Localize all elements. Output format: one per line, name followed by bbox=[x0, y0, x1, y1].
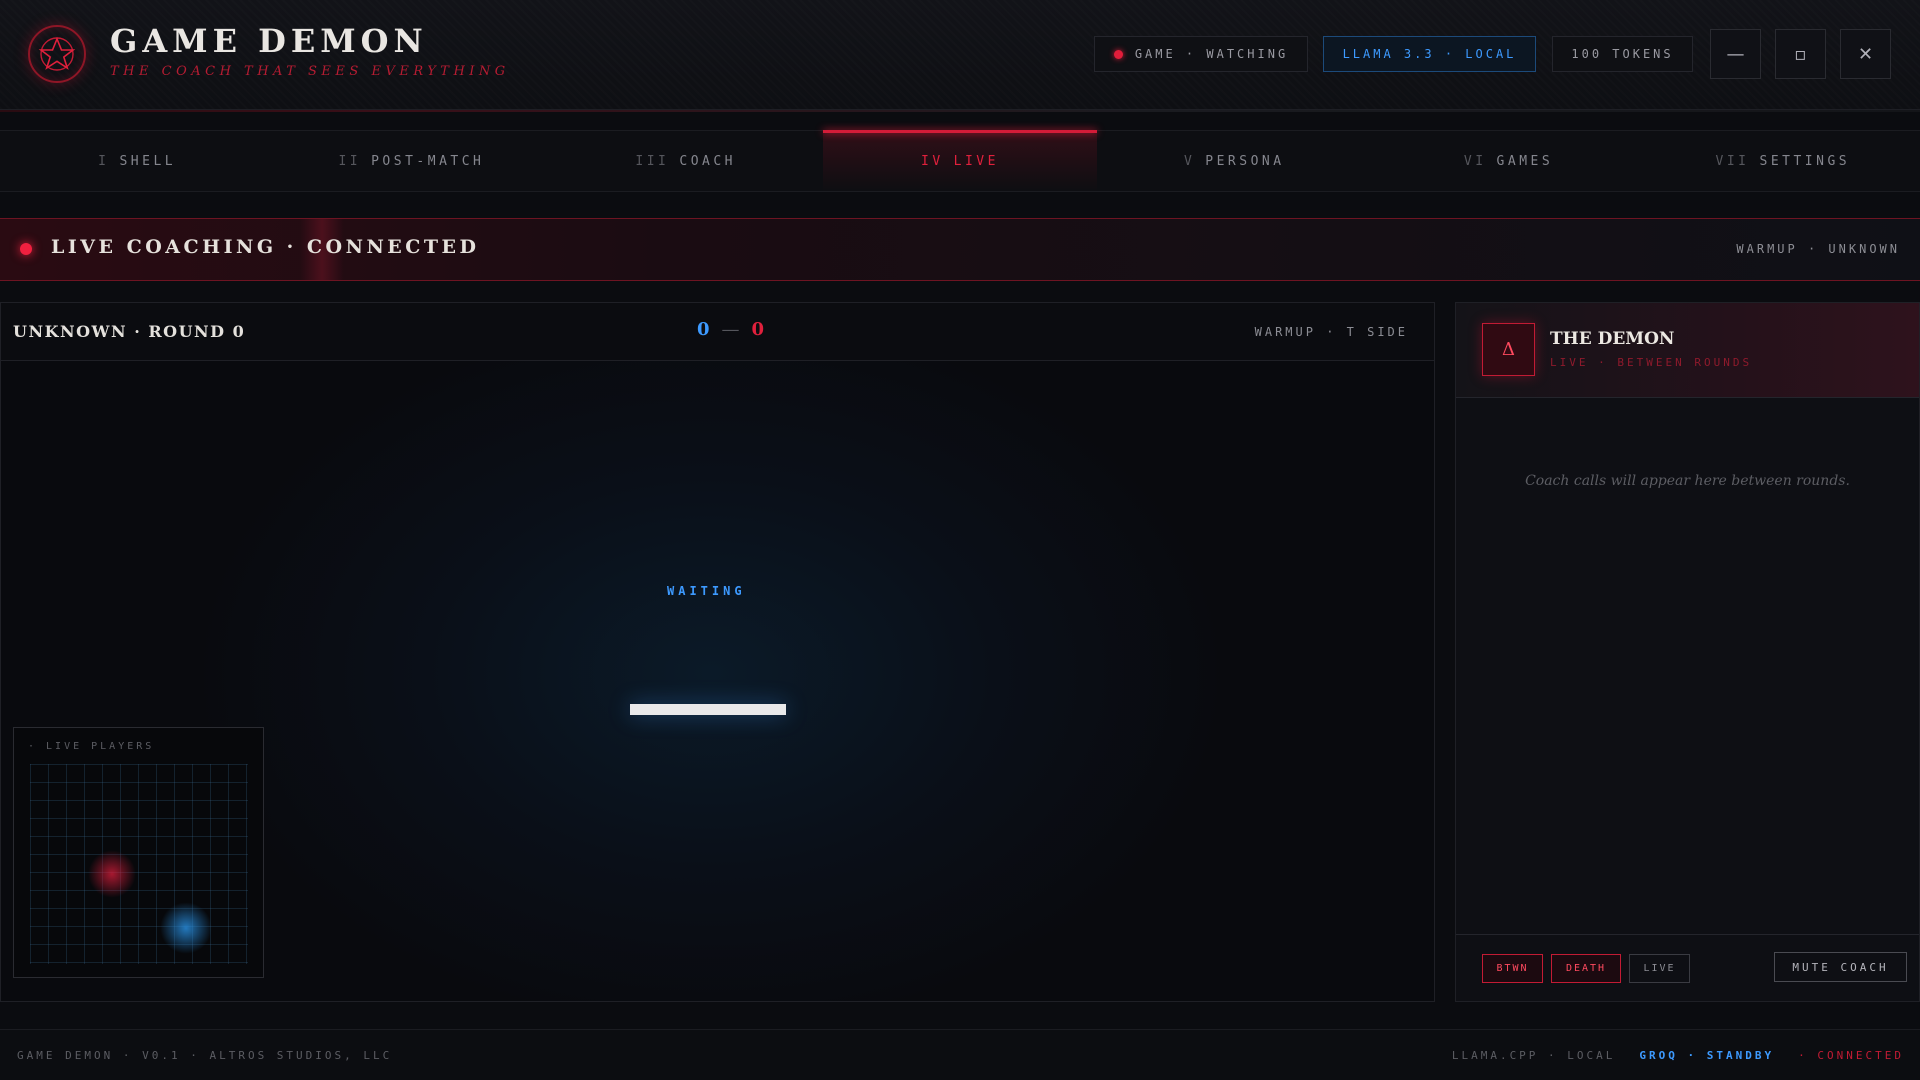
minimize-icon: — bbox=[1726, 43, 1745, 65]
header-divider bbox=[0, 110, 1920, 112]
close-icon: ✕ bbox=[1857, 43, 1874, 65]
match-phase: WARMUP · UNKNOWN bbox=[1736, 242, 1900, 256]
player-blip-t bbox=[88, 850, 136, 898]
model-pill[interactable]: LLAMA 3.3 · LOCAL bbox=[1323, 36, 1536, 72]
coach-name: THE DEMON bbox=[1550, 329, 1675, 349]
close-button[interactable]: ✕ bbox=[1840, 29, 1891, 79]
app-title: GAME DEMON bbox=[110, 22, 428, 60]
tab-label: SETTINGS bbox=[1759, 153, 1851, 169]
score-t: 0 bbox=[751, 319, 765, 340]
waiting-progress-bar bbox=[630, 704, 786, 715]
live-status-text: LIVE COACHING · CONNECTED bbox=[51, 236, 480, 258]
delta-icon: Δ bbox=[1502, 339, 1515, 360]
demon-avatar: Δ bbox=[1482, 323, 1535, 376]
maximize-icon: ▫ bbox=[1794, 43, 1807, 65]
footer-engine: LLAMA.CPP · LOCAL bbox=[1451, 1049, 1616, 1062]
tab-number: III bbox=[635, 153, 670, 169]
live-view-panel: UNKNOWN · ROUND 0 0 — 0 WARMUP · T SIDE WA… bbox=[0, 302, 1435, 1002]
minimap-grid bbox=[30, 764, 248, 964]
chip-btwn[interactable]: BTWN bbox=[1482, 954, 1543, 983]
app-header: GAME DEMON THE COACH THAT SEES EVERYTHIN… bbox=[0, 0, 1920, 110]
coach-panel: Δ THE DEMON LIVE · BETWEEN ROUNDS Coach … bbox=[1455, 302, 1920, 1002]
tab-settings[interactable]: VII SETTINGS bbox=[1646, 131, 1920, 191]
tab-number: IV bbox=[921, 153, 944, 169]
footer-version: GAME DEMON · V0.1 · ALTROS STUDIOS, LLC bbox=[17, 1049, 393, 1062]
minimap-label: · LIVE PLAYERS bbox=[28, 741, 155, 752]
tab-label: GAMES bbox=[1496, 153, 1554, 169]
tab-shell[interactable]: I SHELL bbox=[0, 131, 274, 191]
tab-number: VI bbox=[1463, 153, 1487, 169]
tab-number: V bbox=[1183, 153, 1196, 169]
live-players-minimap[interactable]: · LIVE PLAYERS bbox=[13, 727, 264, 978]
tab-label: LIVE bbox=[953, 153, 999, 169]
round-bar: UNKNOWN · ROUND 0 0 — 0 WARMUP · T SIDE bbox=[1, 303, 1434, 361]
tab-number: VII bbox=[1715, 153, 1750, 169]
tab-coach[interactable]: III COACH bbox=[549, 131, 823, 191]
maximize-button[interactable]: ▫ bbox=[1775, 29, 1826, 79]
chip-live[interactable]: LIVE bbox=[1629, 954, 1690, 983]
score-ct: 0 bbox=[697, 319, 710, 340]
game-status-pill[interactable]: GAME · WATCHING bbox=[1094, 36, 1308, 72]
tab-games[interactable]: VI GAMES bbox=[1371, 131, 1645, 191]
tab-live[interactable]: IV LIVE bbox=[822, 130, 1098, 191]
status-dot-icon bbox=[1113, 49, 1123, 59]
tab-persona[interactable]: V PERSONA bbox=[1097, 131, 1371, 191]
scoreboard: 0 — 0 bbox=[697, 319, 764, 340]
footer-connection: · CONNECTED bbox=[1798, 1049, 1904, 1062]
round-title: UNKNOWN · ROUND 0 bbox=[13, 322, 246, 341]
coach-subtitle: LIVE · BETWEEN ROUNDS bbox=[1550, 356, 1753, 369]
tab-label: POST-MATCH bbox=[371, 153, 485, 169]
side-phase: WARMUP · T SIDE bbox=[1254, 325, 1408, 339]
mute-coach-button[interactable]: MUTE COACH bbox=[1774, 952, 1907, 982]
score-separator: — bbox=[721, 319, 740, 340]
tab-number: I bbox=[98, 153, 110, 169]
main-tabs: I SHELL II POST-MATCH III COACH IV LIVE V PER… bbox=[0, 130, 1920, 192]
app-subtitle: THE COACH THAT SEES EVERYTHING bbox=[110, 64, 510, 79]
footer-groq: GROQ · STANDBY bbox=[1639, 1049, 1775, 1062]
tab-post-match[interactable]: II POST-MATCH bbox=[274, 131, 548, 191]
footer-status: LLAMA.CPP · LOCAL GROQ · STANDBY · CONNE… bbox=[1452, 1049, 1904, 1062]
tab-label: SHELL bbox=[119, 153, 177, 169]
live-indicator-icon bbox=[20, 243, 32, 255]
model-label: LLAMA 3.3 · LOCAL bbox=[1342, 47, 1517, 61]
tab-number: II bbox=[338, 153, 362, 169]
progress-fill bbox=[630, 704, 786, 715]
game-status-label: GAME · WATCHING bbox=[1134, 47, 1289, 61]
pentagram-logo-icon bbox=[28, 25, 86, 83]
waiting-label: WAITING bbox=[667, 584, 746, 598]
chip-death[interactable]: DEATH bbox=[1551, 954, 1621, 983]
tokens-label: 100 TOKENS bbox=[1571, 47, 1674, 61]
coach-header: Δ THE DEMON LIVE · BETWEEN ROUNDS bbox=[1456, 303, 1919, 398]
minimize-button[interactable]: — bbox=[1710, 29, 1761, 79]
coach-empty-state: Coach calls will appear here between rou… bbox=[1525, 473, 1850, 489]
status-footer: GAME DEMON · V0.1 · ALTROS STUDIOS, LLC … bbox=[0, 1029, 1920, 1080]
tab-label: COACH bbox=[679, 153, 737, 169]
tab-label: PERSONA bbox=[1205, 153, 1285, 169]
tokens-pill[interactable]: 100 TOKENS bbox=[1552, 36, 1693, 72]
coach-footer: BTWN DEATH LIVE MUTE COACH bbox=[1456, 934, 1919, 1001]
player-blip-ct bbox=[160, 902, 212, 954]
